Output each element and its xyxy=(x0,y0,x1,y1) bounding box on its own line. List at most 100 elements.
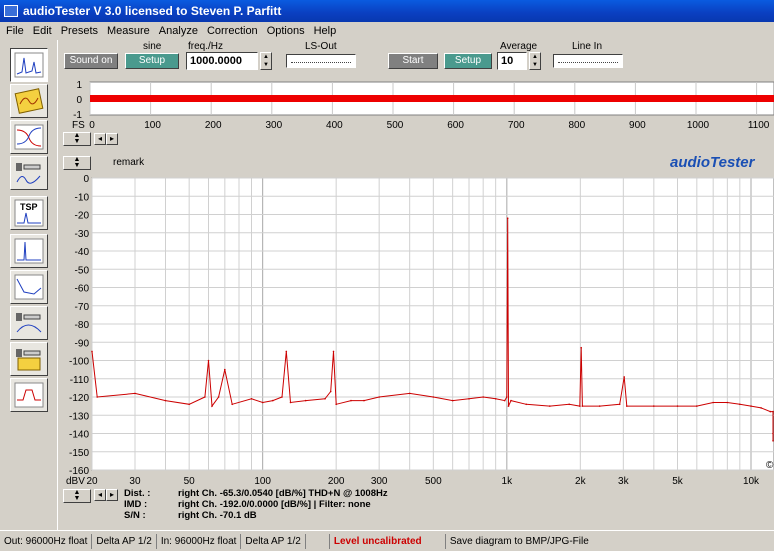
status-empty-cell xyxy=(306,533,330,549)
spectrum-data-point xyxy=(261,401,264,404)
analyzer-setup-button[interactable]: Setup xyxy=(444,53,492,69)
spectrum-data-point xyxy=(726,401,729,404)
spectrum-data-point xyxy=(217,396,220,398)
step-response-tool-button[interactable] xyxy=(10,378,48,412)
app-icon xyxy=(4,5,18,17)
spectrum-ytick: -100 xyxy=(69,357,89,368)
spectrum-data-point xyxy=(451,399,454,402)
spectrum-scroll-left-button[interactable]: ◂ xyxy=(94,489,106,501)
ls-out-slider[interactable] xyxy=(286,54,356,68)
frequency-label: freq./Hz xyxy=(188,41,224,52)
menu-measure[interactable]: Measure xyxy=(107,25,150,37)
ls-out-label: LS-Out xyxy=(305,41,337,52)
app-window: audioTester V 3.0 licensed to Steven P. … xyxy=(0,0,774,551)
remark-spinner[interactable]: ▲ ▼ xyxy=(63,156,91,170)
scope-zoom-spinner[interactable]: ▲ ▼ xyxy=(63,132,91,146)
spectrum-scroll-right-button[interactable]: ▸ xyxy=(106,489,118,501)
spectrum-data-point xyxy=(272,399,274,402)
spectrum-data-point xyxy=(760,407,762,409)
scope-xtick: 1100 xyxy=(748,120,770,131)
spectrum-data-point xyxy=(324,398,326,400)
frequency-input[interactable]: 1000.0000 xyxy=(186,52,258,70)
y-unit-label: dBV xyxy=(66,476,85,487)
spectrum-data-point xyxy=(432,396,435,398)
line-in-label: Line In xyxy=(572,41,603,52)
oscilloscope-panel: 1 0 -1 FS 0 100 200 300 400 500 600 700 800 900 10… xyxy=(72,80,774,131)
impedance-tool-button[interactable] xyxy=(10,306,48,340)
step-response-icon xyxy=(14,382,44,408)
spectrum-xtick: 500 xyxy=(425,476,442,487)
imd-label: IMD : xyxy=(124,499,148,510)
spectrum-ytick: -40 xyxy=(75,247,90,258)
spectrum-data-point xyxy=(231,403,233,406)
spectrum-data-point xyxy=(568,403,570,406)
spectrum-data-point xyxy=(96,396,98,398)
average-spinner[interactable]: ▲ ▼ xyxy=(529,52,541,70)
imd-value: right Ch. -192.0/0.0000 [dB/%] | Filter:… xyxy=(178,499,371,510)
scope-xtick: 0 xyxy=(89,120,95,131)
level-tool-button[interactable] xyxy=(10,342,48,376)
tsp-tool-button[interactable]: TSP xyxy=(10,196,48,230)
menu-options[interactable]: Options xyxy=(267,25,305,37)
spectrum-data-point xyxy=(494,398,497,400)
spectrum-ytick: -110 xyxy=(70,375,90,386)
decay-tool-button[interactable] xyxy=(10,270,48,304)
scope-signal-trace xyxy=(90,95,774,102)
scope-scroll-left-button[interactable]: ◂ xyxy=(94,133,106,145)
spectrum-xtick: 30 xyxy=(129,476,141,487)
spectrum-ytick: -120 xyxy=(69,393,89,404)
impedance-icon xyxy=(16,313,42,333)
spectrum-xtick: 3k xyxy=(618,476,630,487)
spectrum-tool-button[interactable] xyxy=(10,48,48,82)
menu-analyze[interactable]: Analyze xyxy=(159,25,198,37)
status-bar: Out: 96000Hz float Delta AP 1/2 In: 9600… xyxy=(0,530,774,551)
spectrum-data-point xyxy=(549,405,551,407)
menu-help[interactable]: Help xyxy=(314,25,337,37)
status-input-format: In: 96000Hz float xyxy=(157,533,242,549)
line-in-slider[interactable] xyxy=(553,54,623,68)
spectrum-chart: 0 -10 -20 -30 -40 -50 -60 -70 -80 -90 -100 -110 -120… xyxy=(66,174,774,487)
decay-icon xyxy=(14,274,44,300)
copyright-mark: © xyxy=(766,460,774,471)
scope-xtick: 300 xyxy=(265,120,282,131)
menu-correction[interactable]: Correction xyxy=(207,25,258,37)
sound-on-button[interactable]: Sound on xyxy=(64,53,118,69)
spectrum-data-point xyxy=(250,398,253,400)
scope-xtick: 600 xyxy=(447,120,464,131)
scope-xtick: 900 xyxy=(629,120,646,131)
menu-edit[interactable]: Edit xyxy=(33,25,52,37)
scope-scroll-right-button[interactable]: ▸ xyxy=(106,133,118,145)
scope-ytick: 1 xyxy=(76,80,82,91)
window-title: audioTester V 3.0 licensed to Steven P. … xyxy=(23,4,282,18)
full-scale-label: FS xyxy=(72,120,85,131)
spectrum-zoom-spinner[interactable]: ▲ ▼ xyxy=(63,489,91,503)
spectrum-data-point xyxy=(506,396,508,398)
oscilloscope-tool-button[interactable] xyxy=(10,84,48,118)
frequency-spinner[interactable]: ▲ ▼ xyxy=(260,52,272,70)
spectrum-ytick: -30 xyxy=(75,229,90,240)
spectrum-ytick: -20 xyxy=(75,211,90,222)
scope-xtick: 500 xyxy=(387,120,404,131)
impulse-tool-button[interactable] xyxy=(10,234,48,268)
average-label: Average xyxy=(500,41,538,52)
spectrum-data-point xyxy=(506,217,509,219)
menu-presets[interactable]: Presets xyxy=(61,25,98,37)
speaker-tool-button[interactable] xyxy=(10,156,48,190)
spectrum-ytick: -10 xyxy=(75,192,90,203)
generator-setup-button[interactable]: Setup xyxy=(125,53,179,69)
spectrum-data-point xyxy=(363,399,365,402)
scope-ytick: 0 xyxy=(76,95,82,106)
start-button[interactable]: Start xyxy=(388,53,438,69)
spectrum-data-point xyxy=(618,403,621,406)
spectrum-xtick: 5k xyxy=(672,476,684,487)
spectrum-data-point xyxy=(204,396,206,398)
spectrum-data-point xyxy=(468,398,470,400)
frequency-response-tool-button[interactable] xyxy=(10,120,48,154)
frequency-response-icon xyxy=(14,124,44,150)
spectrum-data-point xyxy=(598,405,601,407)
average-input[interactable]: 10 xyxy=(497,52,527,70)
status-hint: Save diagram to BMP/JPG-File xyxy=(449,535,589,547)
spectrum-xtick: 20 xyxy=(86,476,98,487)
menu-file[interactable]: File xyxy=(6,25,24,37)
status-calibration: Level uncalibrated xyxy=(330,533,446,549)
